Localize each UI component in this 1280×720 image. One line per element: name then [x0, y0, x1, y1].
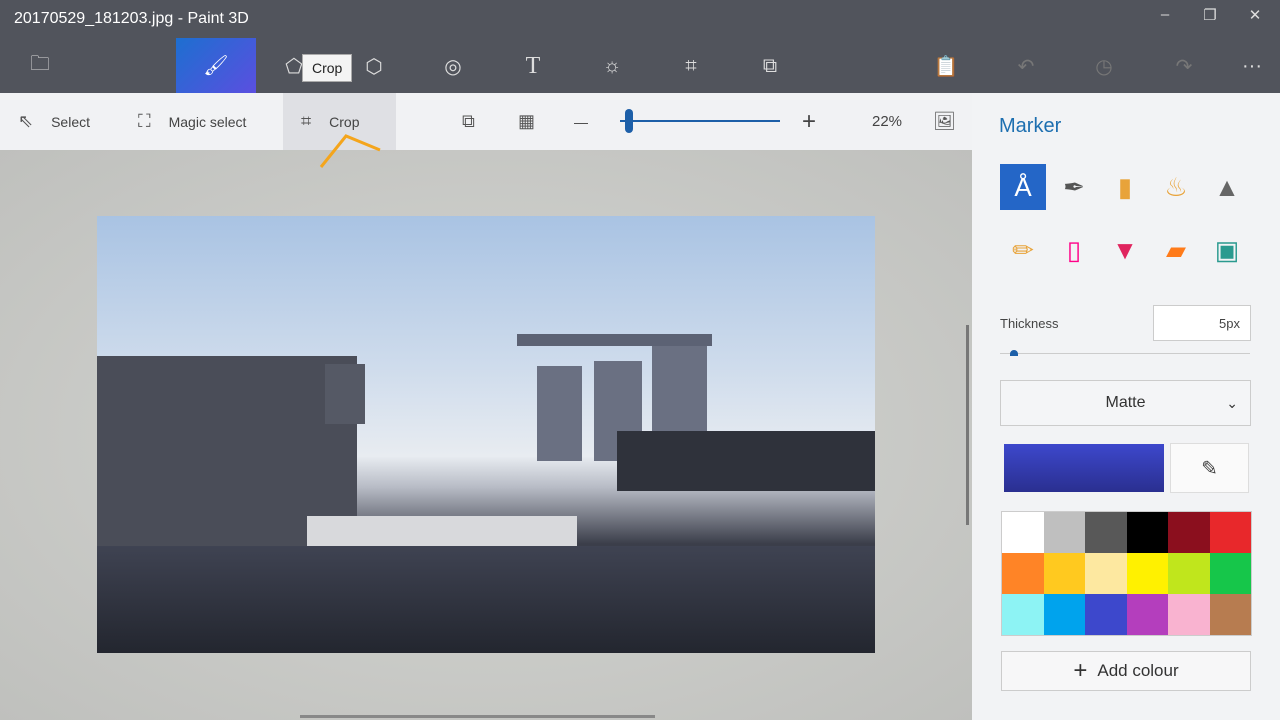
colour-swatch[interactable]: [1043, 512, 1085, 553]
thickness-input[interactable]: 5px: [1153, 305, 1251, 341]
zoom-slider-handle[interactable]: [625, 109, 633, 133]
magic-select-button[interactable]: ⛶ Magic select: [138, 93, 246, 150]
zoom-out-button[interactable]: —: [574, 93, 588, 150]
spray-can-brush-icon[interactable]: ▰: [1153, 227, 1199, 273]
chevron-down-icon: ⌄: [1226, 395, 1238, 411]
magic-select-label: Magic select: [168, 113, 247, 130]
calligraphy-pen-brush-icon[interactable]: ✒: [1051, 164, 1097, 210]
finish-value: Matte: [1105, 394, 1146, 411]
grid-icon[interactable]: ▦: [518, 93, 535, 150]
title-bar: 20170529_181203.jpg - Paint 3D – ❐ ✕ 🗀 🖌…: [0, 0, 1280, 93]
paste-icon[interactable]: 📋: [916, 40, 976, 92]
cursor-icon: ⇖: [18, 111, 34, 131]
pixel-pen-brush-icon[interactable]: ▲: [1204, 164, 1250, 210]
effects-icon[interactable]: ☼: [582, 40, 642, 92]
colour-swatch[interactable]: [1002, 512, 1044, 553]
colour-swatch[interactable]: [1085, 594, 1127, 635]
vertical-scrollbar[interactable]: [966, 325, 969, 525]
zoom-in-button[interactable]: +: [802, 93, 816, 150]
colour-swatch[interactable]: [1085, 553, 1127, 594]
oil-brush-brush-icon[interactable]: ▮: [1102, 164, 1148, 210]
crop-icon: ⌗: [301, 111, 312, 131]
stickers-icon[interactable]: ◎: [423, 40, 483, 92]
text-icon[interactable]: T: [503, 40, 563, 92]
colour-swatch[interactable]: [1002, 553, 1044, 594]
colour-swatch[interactable]: [1126, 512, 1168, 553]
marker-brush-icon[interactable]: Å: [1000, 164, 1046, 210]
colour-swatch[interactable]: [1209, 594, 1251, 635]
undo-icon[interactable]: ↶: [996, 40, 1056, 92]
select-label: Select: [51, 113, 91, 130]
3d-shapes-icon[interactable]: ⬡: [344, 40, 404, 92]
panel-title: Marker: [999, 115, 1062, 137]
tooltip: Crop: [302, 54, 353, 82]
colour-swatch[interactable]: [1043, 594, 1085, 635]
brush-panel: Marker Å ✒ ▮ ♨ ▲ ✏ ▯ ▼ ▰ ▣ Thickness 5px Matte ⌄ ✎…: [972, 93, 1280, 720]
colour-swatch[interactable]: [1043, 553, 1085, 594]
horizontal-scrollbar[interactable]: [300, 715, 655, 718]
thickness-slider[interactable]: [1000, 353, 1250, 354]
sub-toolbar: ⇖ Select ⛶ Magic select ⌗ Crop ⧉ ▦ — + 22% …: [0, 93, 972, 150]
more-button[interactable]: ···: [1222, 40, 1280, 92]
watercolor-brush-icon[interactable]: ♨: [1153, 164, 1199, 210]
zoom-level: 22%: [872, 113, 903, 130]
view-image-icon[interactable]: 🖼: [933, 93, 956, 150]
crayon-brush-icon[interactable]: ▼: [1102, 227, 1148, 273]
plus-icon: +: [1073, 657, 1088, 684]
menu-folder-icon[interactable]: 🗀: [10, 40, 70, 92]
redo-icon[interactable]: ↷: [1154, 40, 1214, 92]
eraser-brush-icon[interactable]: ▯: [1051, 227, 1097, 273]
fill-brush-icon[interactable]: ▣: [1204, 227, 1250, 273]
brushes-tool-icon[interactable]: 🖌: [176, 38, 256, 93]
magic-select-icon: ⛶: [138, 111, 151, 131]
colour-swatch[interactable]: [1002, 594, 1044, 635]
thickness-label: Thickness: [1000, 316, 1059, 331]
finish-dropdown[interactable]: Matte ⌄: [1000, 380, 1251, 426]
colour-swatch[interactable]: [1168, 594, 1210, 635]
eyedropper-icon[interactable]: ✎: [1170, 443, 1249, 493]
colour-palette: [1001, 511, 1252, 636]
add-colour-button[interactable]: + Add colour: [1001, 651, 1251, 691]
crop-label: Crop: [329, 113, 360, 130]
colour-swatch[interactable]: [1168, 553, 1210, 594]
minimize-button[interactable]: –: [1150, 6, 1180, 23]
colour-swatch[interactable]: [1126, 553, 1168, 594]
current-colour-swatch[interactable]: [1004, 444, 1164, 492]
colour-swatch[interactable]: [1126, 594, 1168, 635]
colour-swatch[interactable]: [1209, 553, 1251, 594]
add-colour-label: Add colour: [1097, 661, 1179, 680]
select-button[interactable]: ⇖ Select: [18, 93, 90, 150]
zoom-slider[interactable]: [620, 120, 780, 122]
3d-view-icon[interactable]: ⧉: [462, 93, 475, 150]
remix3d-icon[interactable]: ⧉: [740, 40, 800, 92]
annotation-arrow: [319, 134, 381, 168]
colour-swatch[interactable]: [1168, 512, 1210, 553]
colour-swatch[interactable]: [1209, 512, 1251, 553]
thickness-slider-handle[interactable]: [1010, 350, 1018, 356]
canvas-icon[interactable]: ⌗: [661, 40, 721, 92]
history-icon[interactable]: ◷: [1074, 40, 1134, 92]
close-button[interactable]: ✕: [1240, 6, 1270, 24]
window-title: 20170529_181203.jpg - Paint 3D: [14, 10, 249, 27]
colour-swatch[interactable]: [1085, 512, 1127, 553]
pencil-brush-icon[interactable]: ✏: [1000, 227, 1046, 273]
canvas-image[interactable]: [97, 216, 875, 653]
restore-button[interactable]: ❐: [1195, 6, 1225, 24]
